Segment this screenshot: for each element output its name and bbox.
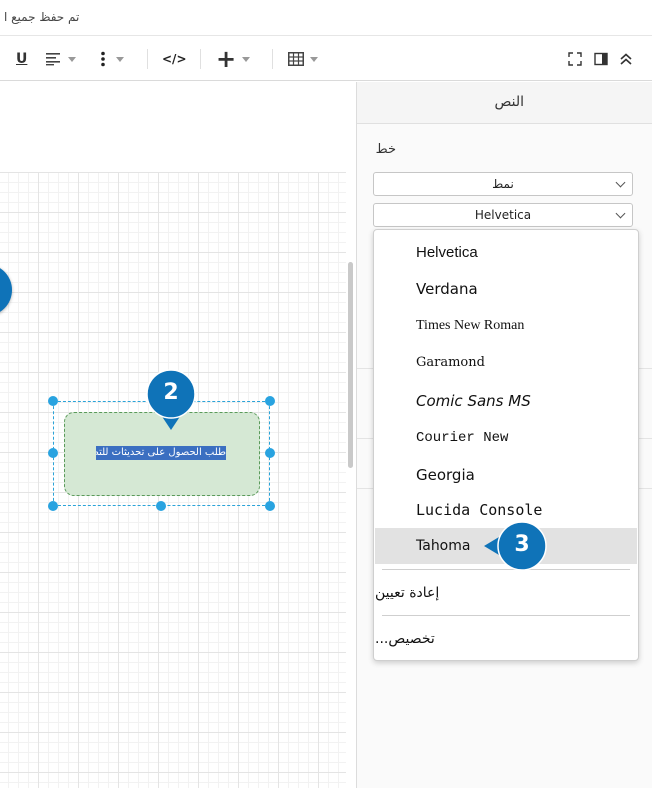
vertical-dots-icon: [101, 51, 105, 67]
step-marker-3: 3: [482, 520, 550, 572]
table-button[interactable]: [288, 47, 318, 71]
double-chevron-up-icon: [620, 53, 632, 65]
toolbar-divider: [147, 49, 148, 69]
step-marker-2: 2: [145, 368, 197, 434]
font-option-times-new-roman[interactable]: Times New Roman: [375, 308, 637, 344]
toolbar: U </> +: [0, 37, 652, 81]
toolbar-divider: [272, 49, 273, 69]
dropdown-divider: [382, 615, 630, 616]
font-family-select[interactable]: Helvetica: [373, 203, 633, 227]
font-option-verdana[interactable]: Verdana: [375, 271, 637, 307]
font-family-value: Helvetica: [474, 208, 532, 222]
font-option-garamond[interactable]: Garamond: [375, 344, 637, 380]
toolbar-divider: [200, 49, 201, 69]
step-number: 2: [163, 380, 179, 405]
resize-handle[interactable]: [265, 448, 275, 458]
font-option-courier-new[interactable]: Courier New: [375, 420, 637, 456]
canvas-scrollbar[interactable]: [348, 262, 353, 468]
step-number: 3: [514, 532, 530, 557]
save-status: تم حفظ جميع ا: [4, 10, 80, 24]
status-bar: تم حفظ جميع ا: [0, 0, 652, 36]
chevron-down-icon: [68, 56, 76, 62]
font-style-value: نمط: [492, 177, 514, 191]
align-button[interactable]: [46, 47, 76, 71]
chevron-down-icon: [615, 177, 626, 188]
edit-code-button[interactable]: </>: [162, 47, 187, 71]
font-option-georgia[interactable]: Georgia: [375, 457, 637, 493]
fullscreen-icon: [568, 52, 582, 66]
insert-button[interactable]: +: [216, 45, 251, 73]
reset-option[interactable]: إعادة تعيين: [375, 575, 637, 611]
sidebar-panel-icon: [594, 52, 608, 66]
chevron-down-icon: [310, 56, 318, 62]
font-section-label: خط: [375, 142, 396, 157]
underline-button[interactable]: U: [16, 47, 27, 71]
shape-label[interactable]: طلب الحصول على تحديثات للتطبيق: [96, 446, 226, 460]
align-left-icon: [46, 53, 60, 66]
table-icon: [288, 52, 304, 66]
chevron-down-icon: [116, 56, 124, 62]
plus-icon: +: [216, 45, 237, 73]
resize-handle[interactable]: [265, 501, 275, 511]
chevron-down-icon: [242, 56, 251, 62]
tab-text[interactable]: النص: [357, 82, 652, 124]
resize-handle[interactable]: [48, 501, 58, 511]
resize-handle[interactable]: [48, 396, 58, 406]
drawio-editor: تم حفظ جميع ا U </> + طلب الحصول على تحد…: [0, 0, 652, 788]
resize-handle[interactable]: [48, 448, 58, 458]
resize-handle[interactable]: [156, 501, 166, 511]
font-family-dropdown: Helvetica Verdana Times New Roman Garamo…: [373, 229, 639, 661]
resize-handle[interactable]: [265, 396, 275, 406]
font-option-comic-sans[interactable]: Comic Sans MS: [375, 383, 637, 419]
tab-text-label: النص: [494, 94, 524, 110]
font-option-helvetica[interactable]: Helvetica: [375, 234, 637, 270]
more-options-button[interactable]: [100, 47, 124, 71]
collapse-toolbar-button[interactable]: [619, 47, 633, 71]
format-panel-toggle[interactable]: [594, 47, 608, 71]
fullscreen-button[interactable]: [568, 47, 582, 71]
chevron-down-icon: [615, 208, 626, 219]
custom-option[interactable]: تخصيص...: [375, 621, 637, 657]
font-style-select[interactable]: نمط: [373, 172, 633, 196]
